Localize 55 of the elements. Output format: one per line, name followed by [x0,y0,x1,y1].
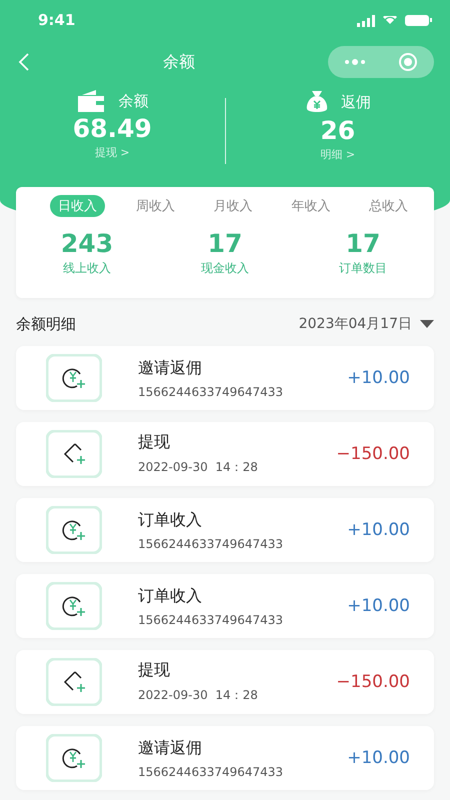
record-card[interactable]: 邀请返佣 1566244633749647433 +10.00 [16,346,434,410]
yuan-coin-icon [46,354,102,402]
summary-label: 返佣 [340,92,371,112]
record-title: 提现 [138,660,171,681]
record-amount: +10.00 [347,596,410,616]
summary-value: 26 [320,116,356,145]
summary-value: 68.49 [72,114,152,143]
record-card[interactable]: 订单收入 1566244633749647433 +10.00 [16,498,434,562]
money-bag-icon [304,90,329,114]
stat-label: 线上收入 [63,260,111,277]
record-card[interactable]: 邀请返佣 1566244633749647433 +10.00 [16,726,434,790]
record-title: 订单收入 [138,586,203,606]
yuan-coin-icon [46,582,102,630]
record-amount: +10.00 [347,368,410,388]
record-card[interactable]: 订单收入 1566244633749647433 +10.00 [16,574,434,638]
close-icon[interactable] [398,52,418,72]
date-picker[interactable]: 2023年04月17日 [298,315,434,333]
page-title: 余额 [163,52,195,72]
period-tab[interactable]: 周收入 [128,195,183,217]
section-title: 余额明细 [16,314,76,334]
record-title: 订单收入 [138,510,203,530]
record-detail: 2022-09-30 14：28 [138,687,259,704]
stat-value: 17 [208,229,242,258]
mini-program-capsule[interactable] [328,46,434,78]
period-tab[interactable]: 年收入 [283,195,338,217]
back-icon[interactable] [18,53,30,71]
record-amount: +10.00 [347,748,410,768]
stat-label: 订单数目 [339,260,387,277]
summary-label: 余额 [118,92,148,110]
yuan-coin-icon [46,734,102,782]
record-card[interactable]: 提现 2022-09-30 14：28 −150.00 [16,650,434,714]
status-time: 9:41 [38,11,76,29]
record-amount: +10.00 [347,520,410,540]
yuan-coin-icon [46,506,102,554]
record-detail: 1566244633749647433 [138,536,284,550]
stat-value: 17 [346,229,380,258]
record-title: 邀请返佣 [138,358,203,378]
record-title: 邀请返佣 [138,738,203,758]
record-title: 提现 [138,432,171,453]
record-detail: 1566244633749647433 [138,384,284,398]
stat-value: 243 [60,229,114,258]
record-detail: 2022-09-30 14：28 [138,459,259,476]
record-amount: −150.00 [336,444,410,464]
record-card[interactable]: 提现 2022-09-30 14：28 −150.00 [16,422,434,486]
caret-icon [420,320,434,328]
wallet-icon [76,90,106,112]
signal-icon [357,14,375,26]
period-tab[interactable]: 月收入 [206,195,260,217]
period-tab[interactable]: 总收入 [361,195,416,217]
record-amount: −150.00 [336,672,410,692]
wifi-icon [383,16,397,24]
stat-label: 现金收入 [201,260,249,277]
record-detail: 1566244633749647433 [138,764,284,778]
record-detail: 1566244633749647433 [138,612,284,626]
more-icon[interactable] [344,58,366,66]
